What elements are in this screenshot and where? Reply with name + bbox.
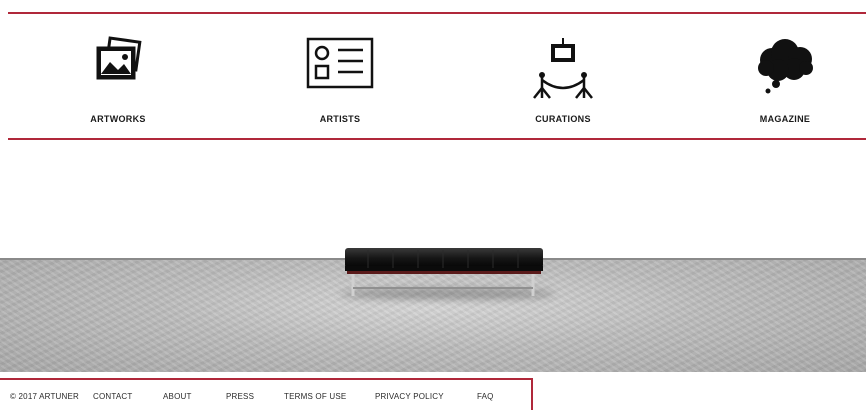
nav-label-magazine: MAGAZINE	[759, 114, 811, 124]
framed-pictures-icon	[96, 36, 142, 80]
nav-label-curations: CURATIONS	[535, 114, 591, 124]
footer-link-faq[interactable]: FAQ	[477, 392, 494, 401]
nav-item-magazine[interactable]: MAGAZINE	[710, 36, 860, 126]
nav-label-artists: ARTISTS	[319, 114, 361, 124]
nav-label-artworks: ARTWORKS	[90, 114, 146, 124]
footer-link-privacy[interactable]: PRIVACY POLICY	[375, 392, 444, 401]
main-navigation: ARTWORKS ARTISTS CURATIONS MAGAZINE	[8, 12, 866, 140]
nav-item-artists[interactable]: ARTISTS	[265, 36, 415, 126]
thought-cloud-icon	[758, 39, 813, 94]
footer-link-terms[interactable]: TERMS OF USE	[284, 392, 346, 401]
gallery-rope-icon	[533, 38, 593, 99]
nav-item-curations[interactable]: CURATIONS	[488, 36, 638, 126]
footer-link-press[interactable]: PRESS	[226, 392, 254, 401]
bench-image	[345, 248, 543, 296]
footer-link-contact[interactable]: CONTACT	[93, 392, 132, 401]
artist-card-icon	[306, 37, 374, 89]
copyright-text: © 2017 ARTUNER	[10, 392, 80, 401]
footer-link-about[interactable]: ABOUT	[163, 392, 192, 401]
nav-item-artworks[interactable]: ARTWORKS	[43, 36, 193, 126]
site-footer: © 2017 ARTUNER CONTACT ABOUT PRESS TERMS…	[0, 378, 533, 410]
hero-gallery-scene	[0, 140, 866, 372]
